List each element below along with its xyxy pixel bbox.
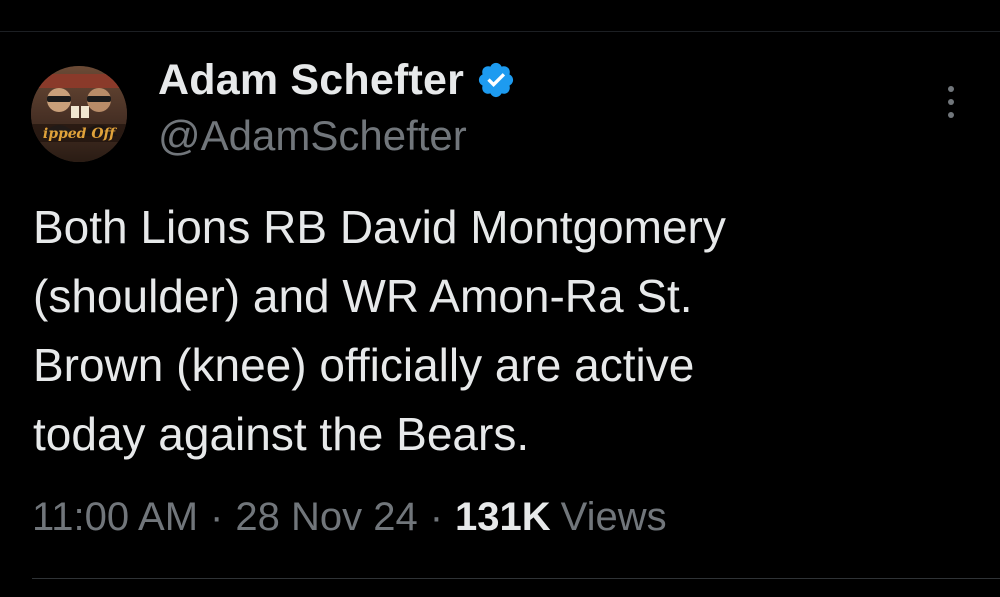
tweet-time[interactable]: 11:00 AM [32,495,198,540]
more-dot [948,99,954,105]
avatar-photo: ipped Off [31,66,127,162]
tweet-text: Both Lions RB David Montgomery (shoulder… [33,201,726,460]
bottom-divider [32,578,1000,579]
more-dot [948,112,954,118]
author-display-name[interactable]: Adam Schefter [158,56,464,105]
tweet-date[interactable]: 28 Nov 24 [235,495,417,540]
verified-badge-icon[interactable] [476,60,516,100]
views-label: Views [560,495,667,539]
more-dot [948,86,954,92]
author-name-row: Adam Schefter [158,52,516,108]
meta-separator: · [429,495,444,539]
author-avatar[interactable]: ipped Off [31,66,127,162]
author-handle[interactable]: @AdamSchefter [158,112,467,160]
svg-text:ipped Off: ipped Off [43,126,118,142]
tweet-meta: 11:00 AM · 28 Nov 24 · 131K Views [32,495,667,540]
views-count[interactable]: 131K [455,495,551,540]
more-vertical-icon[interactable] [936,84,966,120]
top-divider [0,31,1000,32]
meta-separator: · [210,495,224,539]
